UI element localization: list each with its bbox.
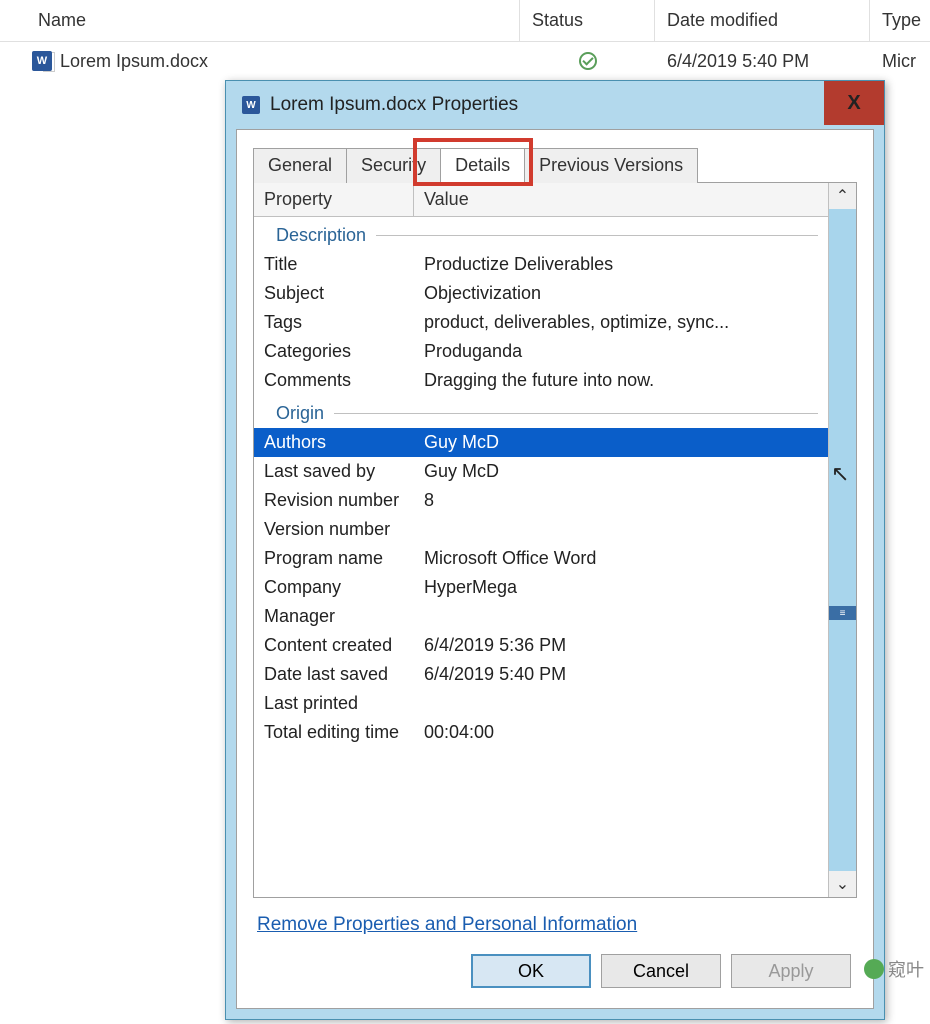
property-row[interactable]: Manager	[254, 602, 828, 631]
property-row[interactable]: Total editing time00:04:00	[254, 718, 828, 747]
ok-button[interactable]: OK	[471, 954, 591, 988]
watermark: 窥叶	[864, 956, 924, 982]
section-origin: Origin	[254, 395, 828, 428]
explorer-column-header: Name Status Date modified Type	[0, 0, 930, 42]
tab-security[interactable]: Security	[346, 148, 441, 183]
wechat-icon	[864, 959, 884, 979]
property-name: Comments	[264, 370, 424, 391]
property-name: Content created	[264, 635, 424, 656]
properties-dialog: Lorem Ipsum.docx Properties X General Se…	[225, 80, 885, 1020]
property-value[interactable]: Productize Deliverables	[424, 254, 828, 275]
property-name: Subject	[264, 283, 424, 304]
property-value[interactable]: Guy McD	[424, 432, 828, 453]
property-row[interactable]: CategoriesProduganda	[254, 337, 828, 366]
mouse-cursor-icon: ↖	[831, 461, 849, 487]
property-name: Authors	[264, 432, 424, 453]
property-name: Title	[264, 254, 424, 275]
file-row[interactable]: Lorem Ipsum.docx 6/4/2019 5:40 PM Micr	[0, 42, 930, 80]
property-name: Date last saved	[264, 664, 424, 685]
property-row[interactable]: SubjectObjectivization	[254, 279, 828, 308]
tab-previous-versions[interactable]: Previous Versions	[524, 148, 698, 183]
property-row[interactable]: Version number	[254, 515, 828, 544]
property-value[interactable]: Dragging the future into now.	[424, 370, 828, 391]
property-value[interactable]: 6/4/2019 5:36 PM	[424, 635, 828, 656]
details-panel: Property Value Description TitleProducti…	[253, 182, 857, 898]
tab-strip: General Security Details Previous Versio…	[253, 148, 857, 183]
property-row[interactable]: Revision number8	[254, 486, 828, 515]
property-name: Tags	[264, 312, 424, 333]
close-button[interactable]: X	[824, 81, 884, 125]
file-type-cell: Micr	[870, 51, 930, 72]
property-value[interactable]: Microsoft Office Word	[424, 548, 828, 569]
tab-general[interactable]: General	[253, 148, 347, 183]
property-row[interactable]: Content created6/4/2019 5:36 PM	[254, 631, 828, 660]
property-value[interactable]	[424, 519, 828, 540]
file-date-cell: 6/4/2019 5:40 PM	[655, 51, 870, 72]
property-row[interactable]: Last saved byGuy McD	[254, 457, 828, 486]
file-name-label: Lorem Ipsum.docx	[60, 51, 208, 72]
sync-ok-icon	[579, 52, 597, 70]
property-name: Company	[264, 577, 424, 598]
file-name-cell: Lorem Ipsum.docx	[0, 51, 520, 72]
dialog-button-row: OK Cancel Apply	[253, 944, 857, 994]
property-value[interactable]	[424, 693, 828, 714]
property-name: Categories	[264, 341, 424, 362]
property-row[interactable]: Date last saved6/4/2019 5:40 PM	[254, 660, 828, 689]
vertical-scrollbar[interactable]: ⌃ ↖ ⌄	[828, 183, 856, 897]
property-row[interactable]: CompanyHyperMega	[254, 573, 828, 602]
property-name: Total editing time	[264, 722, 424, 743]
property-name: Manager	[264, 606, 424, 627]
column-type[interactable]: Type	[870, 0, 930, 41]
scroll-track[interactable]: ↖	[829, 209, 856, 871]
property-row[interactable]: TitleProductize Deliverables	[254, 250, 828, 279]
header-value[interactable]: Value	[414, 183, 828, 216]
dialog-titlebar[interactable]: Lorem Ipsum.docx Properties X	[226, 81, 884, 129]
property-value[interactable]: 00:04:00	[424, 722, 828, 743]
column-date-modified[interactable]: Date modified	[655, 0, 870, 41]
property-value[interactable]: Produganda	[424, 341, 828, 362]
cancel-button[interactable]: Cancel	[601, 954, 721, 988]
property-value[interactable]: Guy McD	[424, 461, 828, 482]
remove-properties-link[interactable]: Remove Properties and Personal Informati…	[253, 898, 857, 944]
property-list-header: Property Value	[254, 183, 828, 217]
scroll-up-arrow-icon[interactable]: ⌃	[829, 183, 856, 209]
scroll-thumb[interactable]	[829, 606, 856, 620]
property-value[interactable]: 6/4/2019 5:40 PM	[424, 664, 828, 685]
section-description: Description	[254, 217, 828, 250]
word-document-icon	[242, 96, 260, 114]
dialog-title: Lorem Ipsum.docx Properties	[270, 94, 518, 116]
header-property[interactable]: Property	[254, 183, 414, 216]
property-name: Version number	[264, 519, 424, 540]
details-content: Property Value Description TitleProducti…	[254, 183, 828, 897]
property-row[interactable]: Tagsproduct, deliverables, optimize, syn…	[254, 308, 828, 337]
column-name[interactable]: Name	[0, 0, 520, 41]
property-name: Last printed	[264, 693, 424, 714]
property-value[interactable]: product, deliverables, optimize, sync...	[424, 312, 828, 333]
dialog-body: General Security Details Previous Versio…	[236, 129, 874, 1009]
property-row[interactable]: CommentsDragging the future into now.	[254, 366, 828, 395]
property-name: Program name	[264, 548, 424, 569]
property-value[interactable]: Objectivization	[424, 283, 828, 304]
property-value[interactable]	[424, 606, 828, 627]
scroll-down-arrow-icon[interactable]: ⌄	[829, 871, 856, 897]
property-value[interactable]: 8	[424, 490, 828, 511]
file-status-cell	[520, 52, 655, 70]
property-value[interactable]: HyperMega	[424, 577, 828, 598]
property-row[interactable]: AuthorsGuy McD	[254, 428, 828, 457]
property-row[interactable]: Last printed	[254, 689, 828, 718]
property-name: Revision number	[264, 490, 424, 511]
column-status[interactable]: Status	[520, 0, 655, 41]
word-document-icon	[32, 51, 52, 71]
apply-button[interactable]: Apply	[731, 954, 851, 988]
tab-details[interactable]: Details	[440, 148, 525, 183]
property-name: Last saved by	[264, 461, 424, 482]
property-row[interactable]: Program nameMicrosoft Office Word	[254, 544, 828, 573]
